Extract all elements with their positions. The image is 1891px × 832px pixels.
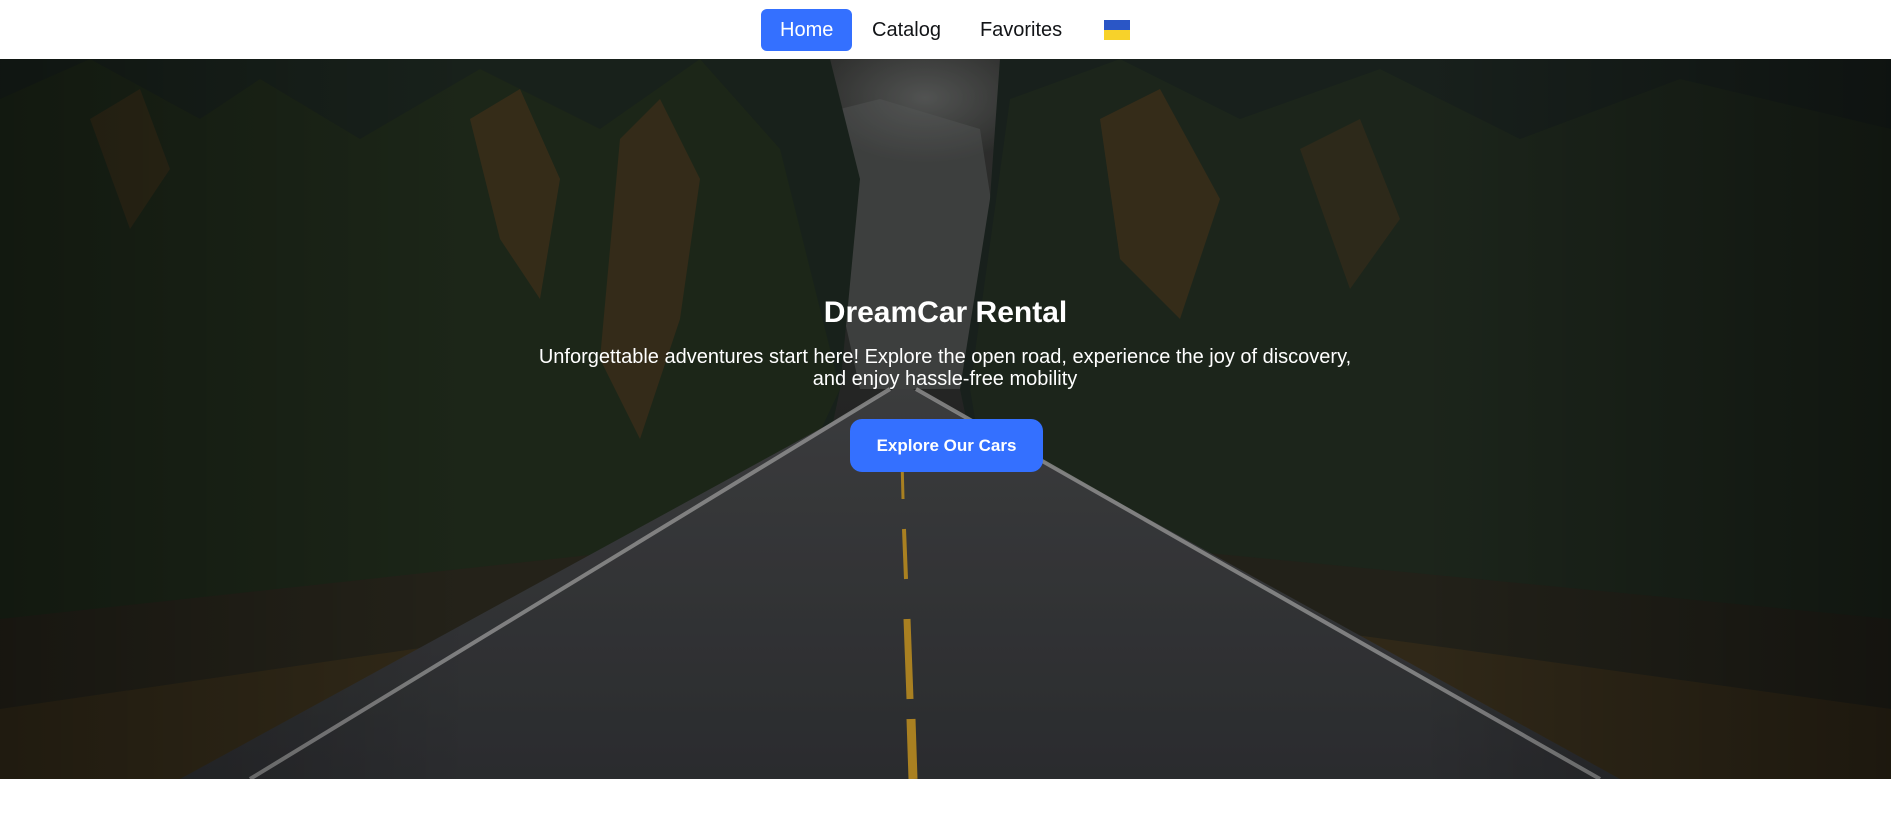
- nav-catalog-link[interactable]: Catalog: [853, 9, 960, 51]
- hero-subtitle: Unforgettable adventures start here! Exp…: [538, 346, 1352, 390]
- top-navigation: Home Catalog Favorites: [0, 0, 1891, 59]
- flag-yellow-stripe: [1104, 30, 1131, 40]
- nav-favorites-link[interactable]: Favorites: [961, 9, 1081, 51]
- flag-blue-stripe: [1104, 20, 1131, 30]
- hero-content: DreamCar Rental Unforgettable adventures…: [0, 59, 1891, 779]
- hero-section: DreamCar Rental Unforgettable adventures…: [0, 59, 1891, 779]
- nav-menu: Home Catalog Favorites: [761, 9, 1131, 51]
- ukraine-flag-icon[interactable]: [1104, 20, 1131, 40]
- hero-title: DreamCar Rental: [823, 296, 1068, 329]
- nav-home-link[interactable]: Home: [761, 9, 852, 51]
- explore-cars-button[interactable]: Explore Our Cars: [850, 419, 1043, 472]
